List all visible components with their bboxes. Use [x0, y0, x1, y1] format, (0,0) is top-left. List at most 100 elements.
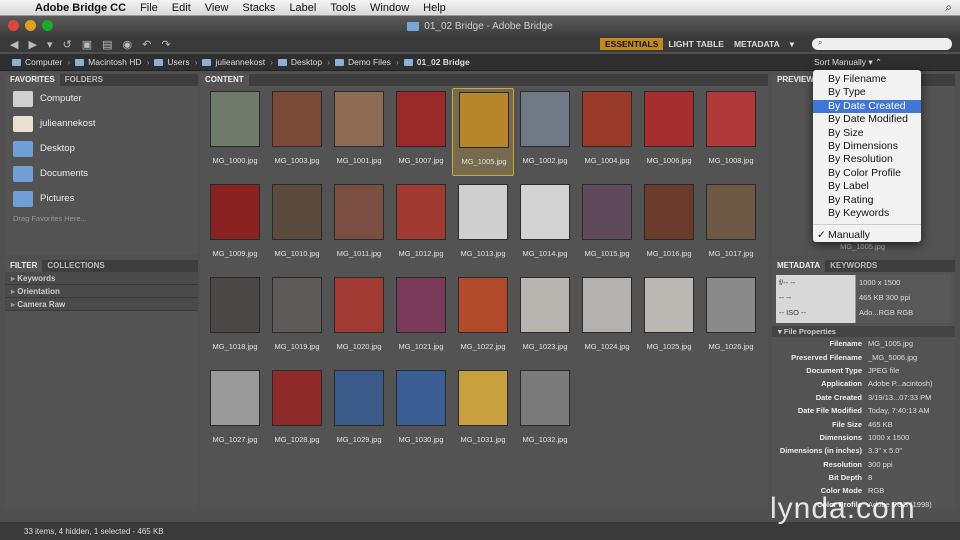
thumbnail[interactable]: MG_1024.jpg	[576, 274, 638, 362]
thumbnail[interactable]: MG_1019.jpg	[266, 274, 328, 362]
refine-icon[interactable]: ▤	[102, 38, 112, 51]
sort-option[interactable]: By Label	[813, 180, 921, 193]
workspace-essentials[interactable]: ESSENTIALS	[600, 38, 664, 50]
filter-keywords[interactable]: Keywords	[5, 272, 198, 285]
tab-favorites[interactable]: FAVORITES	[5, 74, 60, 86]
sort-option[interactable]: By Rating	[813, 194, 921, 207]
tab-filter[interactable]: FILTER	[5, 260, 43, 272]
sort-control[interactable]: Sort Manually ▾ ⌃	[814, 57, 882, 68]
thumbnail[interactable]: MG_1014.jpg	[514, 181, 576, 269]
crumb-current-folder[interactable]: 01_02 Bridge	[403, 57, 470, 67]
thumbnail[interactable]: MG_1012.jpg	[390, 181, 452, 269]
thumbnail[interactable]: MG_1004.jpg	[576, 88, 638, 176]
sort-option[interactable]: By Date Modified	[813, 113, 921, 126]
favorite-home[interactable]: julieannekost	[5, 111, 198, 136]
favorite-documents[interactable]: Documents	[5, 161, 198, 186]
workspace-more-icon[interactable]: ▾	[785, 38, 799, 51]
home-icon	[13, 115, 33, 132]
crumb-demo-files[interactable]: Demo Files ›	[334, 57, 399, 67]
thumbnail[interactable]: MG_1013.jpg	[452, 181, 514, 269]
rotate-left-icon[interactable]: ↶	[142, 38, 151, 51]
tab-collections[interactable]: COLLECTIONS	[42, 260, 109, 272]
thumbnail[interactable]: MG_1002.jpg	[514, 88, 576, 176]
menu-help[interactable]: Help	[416, 2, 453, 14]
thumbnail-filename: MG_1003.jpg	[274, 156, 320, 165]
thumbnail[interactable]: MG_1017.jpg	[700, 181, 762, 269]
thumbnail[interactable]: MG_1031.jpg	[452, 367, 514, 455]
thumbnail[interactable]: MG_1029.jpg	[328, 367, 390, 455]
tab-keywords[interactable]: KEYWORDS	[825, 260, 882, 272]
crumb-macintosh-hd[interactable]: Macintosh HD ›	[75, 57, 149, 67]
menu-edit[interactable]: Edit	[165, 2, 198, 14]
sort-option[interactable]: By Filename	[813, 73, 921, 86]
thumbnail[interactable]: MG_1000.jpg	[204, 88, 266, 176]
thumbnail[interactable]: MG_1011.jpg	[328, 181, 390, 269]
workspace-metadata[interactable]: METADATA	[729, 38, 785, 50]
sort-option-manually[interactable]: ✓ Manually	[813, 229, 921, 242]
app-menu[interactable]: Adobe Bridge CC	[28, 2, 133, 14]
menu-window[interactable]: Window	[363, 2, 416, 14]
rotate-right-icon[interactable]: ↷	[161, 38, 170, 51]
thumbnail[interactable]: MG_1007.jpg	[390, 88, 452, 176]
sort-option[interactable]: By Size	[813, 127, 921, 140]
thumbnail[interactable]: MG_1009.jpg	[204, 181, 266, 269]
thumbnail[interactable]: MG_1015.jpg	[576, 181, 638, 269]
thumbnail[interactable]: MG_1003.jpg	[266, 88, 328, 176]
favorite-pictures[interactable]: Pictures	[5, 186, 198, 211]
back-arrow-icon[interactable]: ◀	[10, 38, 18, 51]
open-in-camera-raw-icon[interactable]: ◉	[123, 38, 133, 51]
menu-tools[interactable]: Tools	[323, 2, 363, 14]
folder-icon	[154, 58, 164, 66]
thumbnail[interactable]: MG_1008.jpg	[700, 88, 762, 176]
thumbnail[interactable]: MG_1016.jpg	[638, 181, 700, 269]
thumbnail[interactable]: MG_1006.jpg	[638, 88, 700, 176]
menu-label[interactable]: Label	[282, 2, 323, 14]
thumbnail[interactable]: MG_1021.jpg	[390, 274, 452, 362]
crumb-computer[interactable]: Computer ›	[12, 57, 70, 67]
thumbnail[interactable]: MG_1026.jpg	[700, 274, 762, 362]
thumbnail[interactable]: MG_1032.jpg	[514, 367, 576, 455]
thumbnail[interactable]: MG_1028.jpg	[266, 367, 328, 455]
sort-option[interactable]: By Resolution	[813, 153, 921, 166]
workspace-light-table[interactable]: LIGHT TABLE	[663, 38, 729, 50]
thumbnail[interactable]: MG_1030.jpg	[390, 367, 452, 455]
camera-icon[interactable]: ▣	[82, 38, 92, 51]
sort-option[interactable]: By Dimensions	[813, 140, 921, 153]
favorite-desktop[interactable]: Desktop	[5, 136, 198, 161]
tab-metadata[interactable]: METADATA	[772, 260, 826, 272]
file-properties-section[interactable]: File Properties	[772, 326, 955, 337]
filter-orientation[interactable]: Orientation	[5, 285, 198, 298]
search-input[interactable]: ⌕	[812, 38, 952, 50]
thumbnail[interactable]: MG_1027.jpg	[204, 367, 266, 455]
thumbnail[interactable]: MG_1020.jpg	[328, 274, 390, 362]
recent-folder-icon[interactable]: ▾	[47, 38, 53, 51]
crumb-user-home[interactable]: julieannekost ›	[202, 57, 273, 67]
tab-preview[interactable]: PREVIEW	[772, 74, 819, 86]
thumbnail[interactable]: MG_1025.jpg	[638, 274, 700, 362]
forward-arrow-icon[interactable]: ▶	[28, 38, 36, 51]
minimize-window-button[interactable]	[25, 20, 36, 31]
thumbnail[interactable]: MG_1005.jpg	[452, 88, 514, 176]
close-window-button[interactable]	[8, 20, 19, 31]
menubar-search-icon[interactable]: ⌕	[945, 0, 960, 15]
menu-file[interactable]: File	[133, 2, 165, 14]
thumbnail[interactable]: MG_1018.jpg	[204, 274, 266, 362]
crumb-users[interactable]: Users ›	[154, 57, 197, 67]
sort-option[interactable]: By Keywords	[813, 207, 921, 220]
thumbnail[interactable]: MG_1010.jpg	[266, 181, 328, 269]
sort-option[interactable]: By Type	[813, 86, 921, 99]
favorite-computer[interactable]: Computer	[5, 86, 198, 111]
menu-view[interactable]: View	[198, 2, 236, 14]
sort-option[interactable]: By Date Created	[813, 99, 921, 114]
thumbnail[interactable]: MG_1023.jpg	[514, 274, 576, 362]
boomerang-icon[interactable]: ↺	[62, 38, 71, 51]
thumbnail[interactable]: MG_1001.jpg	[328, 88, 390, 176]
sort-option[interactable]: By Color Profile	[813, 167, 921, 180]
crumb-desktop[interactable]: Desktop ›	[277, 57, 330, 67]
thumbnail[interactable]: MG_1022.jpg	[452, 274, 514, 362]
menu-stacks[interactable]: Stacks	[235, 2, 282, 14]
tab-folders[interactable]: FOLDERS	[60, 74, 108, 86]
filter-camera-raw[interactable]: Camera Raw	[5, 298, 198, 311]
zoom-window-button[interactable]	[42, 20, 53, 31]
tab-content[interactable]: CONTENT	[200, 74, 249, 86]
